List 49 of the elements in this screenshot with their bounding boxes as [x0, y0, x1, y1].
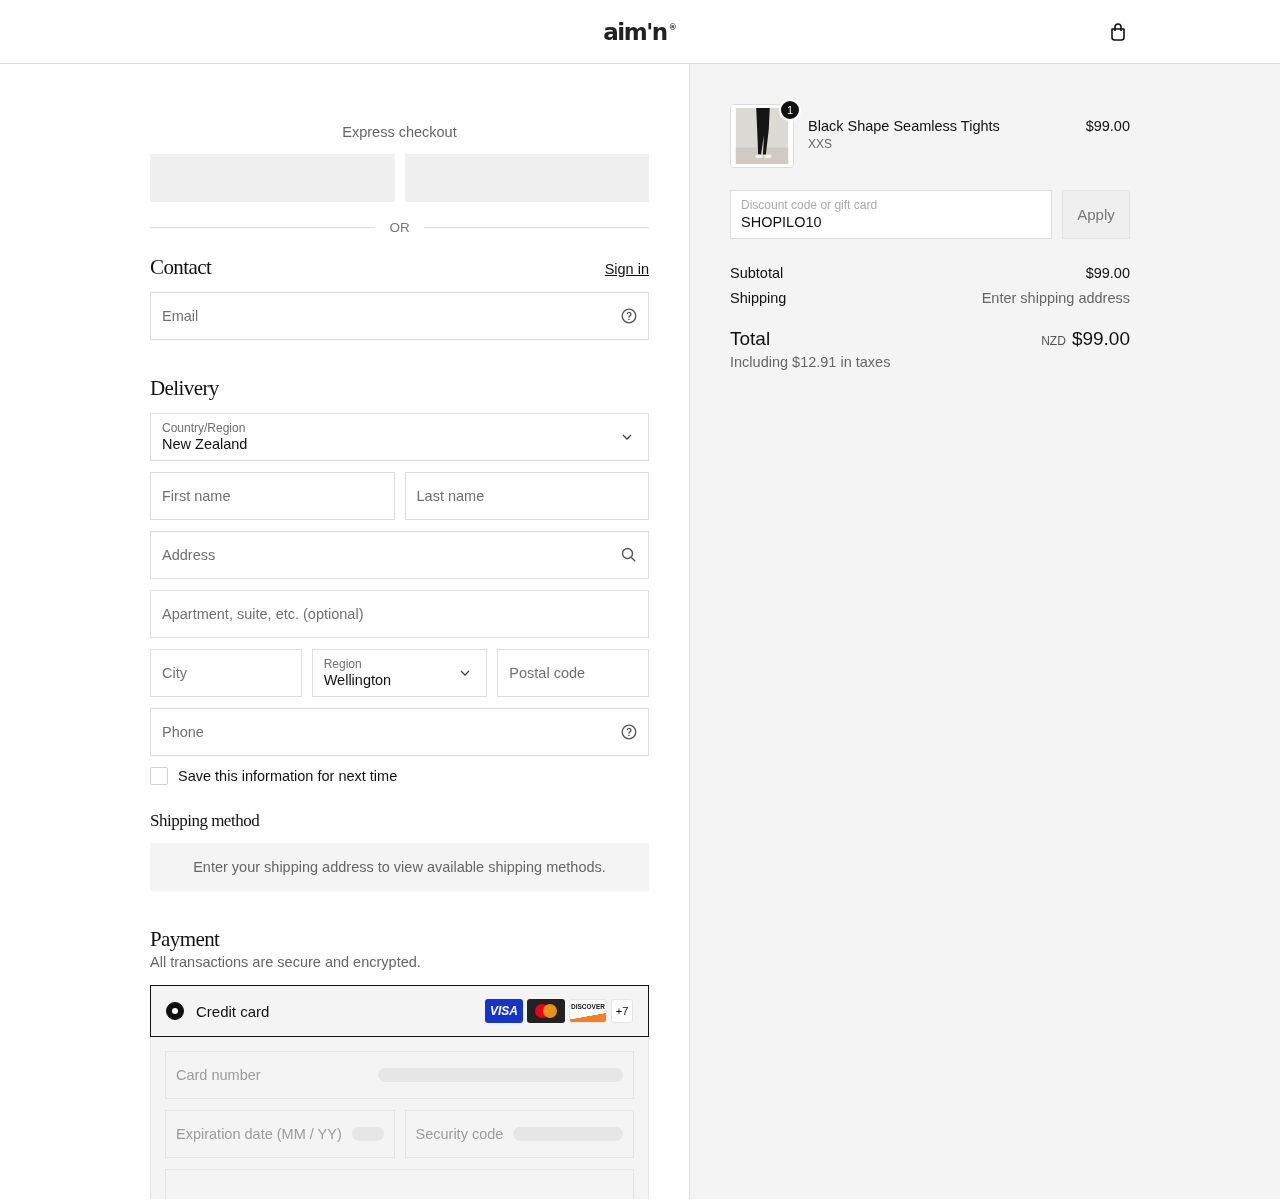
- product-price: $99.00: [1085, 118, 1130, 134]
- product-variant: XXS: [808, 137, 833, 151]
- cart-button[interactable]: [1108, 22, 1128, 42]
- more-count: +7: [611, 999, 633, 1023]
- email-field[interactable]: Email: [150, 292, 649, 340]
- section-subtitle: All transactions are secure and encrypted.: [150, 954, 422, 970]
- input-field[interactable]: Last name: [404, 472, 649, 520]
- input-field[interactable]: Address: [150, 531, 649, 579]
- radio-button[interactable]: [166, 1002, 184, 1020]
- select-field[interactable]: Region Wellington: [311, 649, 488, 697]
- tax-note: Including $12.91 in taxes: [730, 354, 892, 370]
- section-heading: Delivery: [150, 376, 220, 401]
- input-field[interactable]: City: [150, 649, 302, 697]
- currency-code: NZD: [1041, 334, 1066, 348]
- input-field[interactable]: Phone: [150, 708, 649, 756]
- summary-label: Subtotal: [730, 265, 784, 281]
- card-input-field[interactable]: [165, 1169, 634, 1199]
- mastercard-logo: [527, 999, 565, 1023]
- divider-label: OR: [389, 220, 410, 235]
- summary-value: Enter shipping address: [981, 290, 1130, 306]
- input-field[interactable]: Postal code: [497, 649, 649, 697]
- option-label: Credit card: [196, 1002, 270, 1020]
- section-heading: Payment: [150, 927, 221, 952]
- checkbox[interactable]: [150, 767, 168, 785]
- summary-value: $99.00: [1085, 265, 1130, 281]
- section-title: Express checkout: [341, 124, 458, 140]
- total-amount: $99.00: [1071, 328, 1130, 349]
- input-field[interactable]: Apartment, suite, etc. (optional): [150, 590, 649, 638]
- product-name: Black Shape Seamless Tights: [808, 118, 1001, 134]
- summary-label: Shipping: [730, 290, 787, 306]
- quantity-badge: 1: [779, 99, 801, 121]
- checkbox-label: Save this information for next time: [178, 768, 398, 784]
- brand-logo[interactable]: aim'n$^{®}$: [603, 19, 677, 45]
- select-field[interactable]: Country/Region New Zealand: [150, 413, 649, 461]
- help-icon: [621, 308, 637, 324]
- apply-button[interactable]: Apply: [1062, 190, 1130, 239]
- chevron-down-icon: [622, 434, 632, 440]
- sign-in-link[interactable]: Sign in: [604, 261, 649, 277]
- info-message: Enter your shipping address to view available shipping methods.: [150, 843, 649, 891]
- section-heading: Shipping method: [150, 811, 261, 831]
- total-label: Total: [730, 328, 771, 350]
- search-icon: [621, 547, 637, 563]
- chevron-down-icon: [460, 670, 471, 676]
- visa-logo: VISA: [485, 999, 523, 1023]
- floating-label: Discount code or gift card: [741, 198, 878, 212]
- input-field[interactable]: First name: [150, 472, 395, 520]
- shopping-bag-icon: [1108, 22, 1128, 42]
- section-heading: Contact: [150, 255, 212, 280]
- help-icon: [621, 724, 637, 740]
